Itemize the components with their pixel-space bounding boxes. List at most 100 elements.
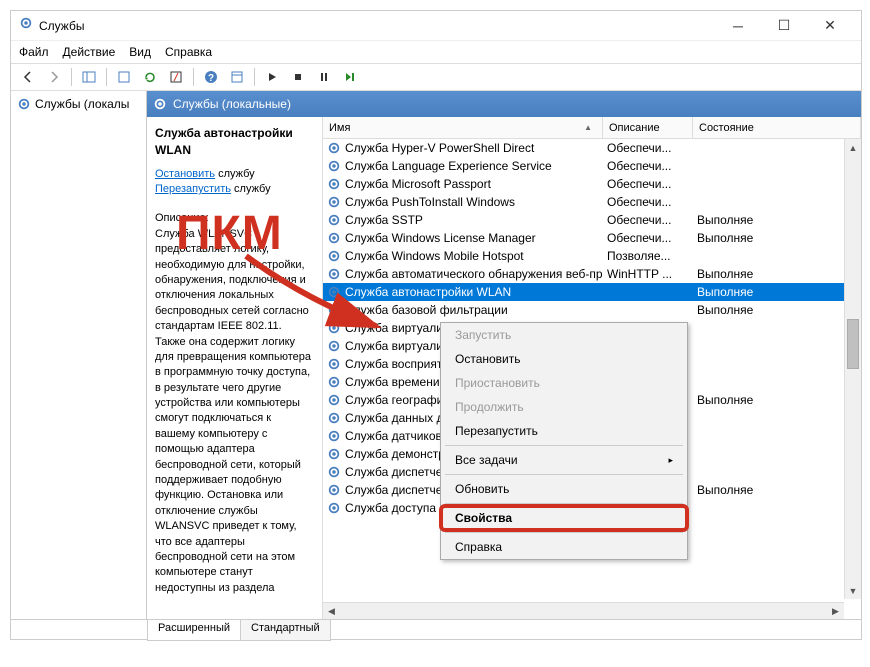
service-name: Служба датчиков <box>345 429 442 443</box>
service-name: Служба SSTP <box>345 213 423 227</box>
service-row[interactable]: Служба базовой фильтрацииВыполняе <box>323 301 861 319</box>
service-name: Служба Windows Mobile Hotspot <box>345 249 524 263</box>
menu-help[interactable]: Справка <box>165 45 212 59</box>
service-state: Выполняе <box>693 231 861 245</box>
service-row[interactable]: Служба Language Experience ServiceОбеспе… <box>323 157 861 175</box>
properties-button[interactable] <box>226 66 248 88</box>
context-resume: Продолжить <box>441 395 687 419</box>
back-button[interactable] <box>17 66 39 88</box>
menu-action[interactable]: Действие <box>63 45 116 59</box>
column-headers: Имя▲ Описание Состояние <box>323 117 861 139</box>
service-name: Служба Windows License Manager <box>345 231 536 245</box>
context-refresh[interactable]: Обновить <box>441 477 687 501</box>
panel-header-label: Службы (локальные) <box>173 97 291 111</box>
maximize-button[interactable]: ☐ <box>761 12 807 40</box>
title-bar: Службы ─ ☐ ✕ <box>11 11 861 41</box>
menu-file[interactable]: Файл <box>19 45 49 59</box>
scroll-left-button[interactable]: ◀ <box>323 603 340 620</box>
service-row[interactable]: Служба PushToInstall Windows Обеспечи... <box>323 193 861 211</box>
description-label: Описание: <box>155 211 314 226</box>
service-description: WinHTTP ... <box>603 267 693 281</box>
service-state: Выполняе <box>693 483 861 497</box>
service-name: Служба базовой фильтрации <box>345 303 508 317</box>
service-row[interactable]: Служба Hyper-V PowerShell Direct Обеспечи… <box>323 139 861 157</box>
service-description: Обеспечи... <box>603 177 693 191</box>
scrollbar-thumb[interactable] <box>847 319 859 369</box>
context-stop[interactable]: Остановить <box>441 347 687 371</box>
service-name: Служба Hyper-V PowerShell Direct <box>345 141 534 155</box>
scroll-right-button[interactable]: ▶ <box>827 603 844 620</box>
service-state: Выполняе <box>693 393 861 407</box>
service-icon <box>327 231 341 245</box>
service-icon <box>327 195 341 209</box>
service-icon <box>327 501 341 515</box>
service-icon <box>327 393 341 407</box>
forward-button[interactable] <box>43 66 65 88</box>
toolbar: ? <box>11 63 861 91</box>
service-description: Обеспечи... <box>603 231 693 245</box>
service-description: Обеспечи... <box>603 195 693 209</box>
refresh-button[interactable] <box>139 66 161 88</box>
scroll-down-button[interactable]: ▼ <box>845 582 861 599</box>
service-state: Выполняе <box>693 285 861 299</box>
help-button[interactable]: ? <box>200 66 222 88</box>
service-description: Обеспечи... <box>603 213 693 227</box>
view-tabs: Расширенный Стандартный <box>11 619 861 641</box>
service-state: Выполняе <box>693 213 861 227</box>
export-button[interactable] <box>113 66 135 88</box>
service-icon <box>327 177 341 191</box>
column-name[interactable]: Имя▲ <box>323 117 603 138</box>
service-description: Обеспечи... <box>603 141 693 155</box>
services-icon <box>17 97 31 111</box>
service-icon <box>327 411 341 425</box>
scroll-up-button[interactable]: ▲ <box>845 139 861 156</box>
service-row[interactable]: Служба Windows License Manager Обеспечи..… <box>323 229 861 247</box>
detail-title: Служба автонастройки WLAN <box>155 125 314 159</box>
context-all-tasks[interactable]: Все задачи <box>441 448 687 472</box>
vertical-scrollbar[interactable]: ▲ ▼ <box>844 139 861 599</box>
column-description[interactable]: Описание <box>603 117 693 138</box>
column-state[interactable]: Состояние <box>693 117 861 138</box>
tab-extended[interactable]: Расширенный <box>147 620 241 641</box>
restart-service-button[interactable] <box>339 66 361 88</box>
service-row[interactable]: Служба автоматического обнаружения веб-п… <box>323 265 861 283</box>
tree-pane: Службы (локалы <box>11 91 147 619</box>
service-icon <box>327 285 341 299</box>
service-icon <box>327 213 341 227</box>
service-description: Позволяе... <box>603 249 693 263</box>
restart-service-link[interactable]: Перезапустить <box>155 183 231 195</box>
close-button[interactable]: ✕ <box>807 12 853 40</box>
service-icon <box>327 375 341 389</box>
services-icon <box>153 97 167 111</box>
service-name: Служба автонастройки WLAN <box>345 285 511 299</box>
tree-root-services[interactable]: Службы (локалы <box>15 95 142 113</box>
context-properties[interactable]: Свойства <box>441 506 687 530</box>
service-icon <box>327 303 341 317</box>
export-list-button[interactable] <box>165 66 187 88</box>
pause-service-button[interactable] <box>313 66 335 88</box>
detail-pane: Служба автонастройки WLAN Остановить слу… <box>147 117 322 619</box>
service-icon <box>327 465 341 479</box>
minimize-button[interactable]: ─ <box>715 12 761 40</box>
service-description: Обеспечи... <box>603 159 693 173</box>
tree-root-label: Службы (локалы <box>35 97 129 111</box>
context-restart[interactable]: Перезапустить <box>441 419 687 443</box>
service-name: Служба PushToInstall Windows <box>345 195 515 209</box>
show-hide-tree-button[interactable] <box>78 66 100 88</box>
tab-standard[interactable]: Стандартный <box>240 620 331 641</box>
start-service-button[interactable] <box>261 66 283 88</box>
menu-view[interactable]: Вид <box>129 45 151 59</box>
service-row[interactable]: Служба Windows Mobile Hotspot Позволяе... <box>323 247 861 265</box>
context-help[interactable]: Справка <box>441 535 687 559</box>
context-start: Запустить <box>441 323 687 347</box>
stop-service-link[interactable]: Остановить <box>155 168 215 180</box>
service-row[interactable]: Служба Microsoft PassportОбеспечи... <box>323 175 861 193</box>
context-pause: Приостановить <box>441 371 687 395</box>
service-row[interactable]: Служба SSTP Обеспечи...Выполняе <box>323 211 861 229</box>
service-state: Выполняе <box>693 267 861 281</box>
horizontal-scrollbar[interactable]: ◀ ▶ <box>323 602 844 619</box>
stop-service-button[interactable] <box>287 66 309 88</box>
service-row[interactable]: Служба автонастройки WLAN Выполняе <box>323 283 861 301</box>
service-icon <box>327 249 341 263</box>
window-title: Службы <box>39 19 84 33</box>
